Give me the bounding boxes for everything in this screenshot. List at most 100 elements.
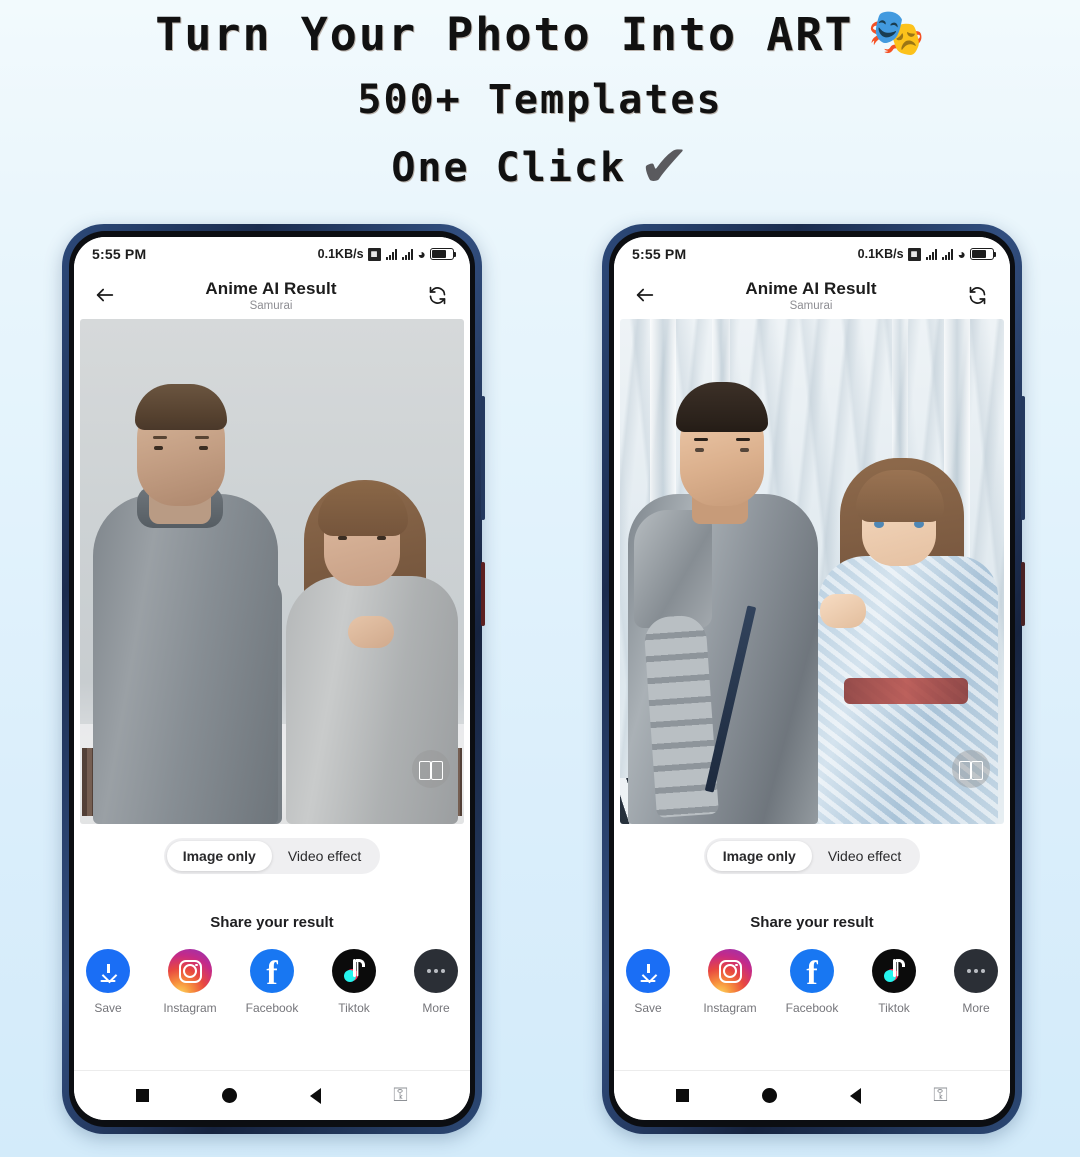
share-option-save[interactable]: Save [80,949,136,1015]
compare-split-icon[interactable] [952,750,990,788]
back-arrow-icon[interactable] [628,278,662,312]
instagram-icon [168,949,212,993]
share-options-row: Save Instagram f Facebook Tiktok More [620,949,1004,1015]
photo-subject-man [93,369,282,824]
headline-line-2: 500+ Templates [0,77,1080,123]
status-bar: 5:55 PM 0.1KB/s ▦ ◕ [614,237,1010,271]
android-nav-bar: ⚿ [614,1070,1010,1120]
wifi-icon: ◕ [417,246,426,262]
tab-image-only[interactable]: Image only [166,841,272,871]
share-option-label: Save [634,1001,662,1015]
facebook-icon: f [250,949,294,993]
tiktok-icon [872,949,916,993]
share-option-facebook[interactable]: f Facebook [244,949,300,1015]
wifi-icon: ◕ [957,246,966,262]
promo-headline: Turn Your Photo Into ART 🎭 500+ Template… [0,0,1080,222]
share-options-row: Save Instagram f Facebook Tiktok More [80,949,464,1015]
share-option-facebook[interactable]: f Facebook [784,949,840,1015]
mode-segmented-control[interactable]: Image only Video effect [163,838,381,874]
qr-scan-icon: ▦ [907,247,921,261]
share-section-title: Share your result [210,914,334,931]
accessibility-icon[interactable]: ⚿ [933,1086,947,1105]
headline-line-3: One Click ✔ [0,132,1080,200]
share-option-label: Facebook [785,1001,839,1015]
share-option-label: Save [94,1001,122,1015]
facebook-icon: f [790,949,834,993]
tab-video-effect[interactable]: Video effect [272,841,377,871]
status-network-speed: 0.1KB/s [857,247,904,261]
result-image-stage-before[interactable] [74,319,470,824]
volume-button[interactable] [481,396,485,520]
headline-line-3-text: One Click [391,145,627,191]
share-option-label: Facebook [245,1001,299,1015]
anime-subject-knight [628,354,818,824]
power-button[interactable] [1021,562,1025,626]
signal-bars-icon [925,248,937,260]
power-button[interactable] [481,562,485,626]
anime-result-photo [620,319,1004,824]
check-mark-icon: ✔ [638,132,690,200]
share-option-more[interactable]: More [948,949,1004,1015]
volume-button[interactable] [1021,396,1025,520]
result-tools-before: Image only Video effect Share your resul… [74,824,470,1070]
status-time: 5:55 PM [632,246,687,262]
instagram-icon [708,949,752,993]
android-nav-bar: ⚿ [74,1070,470,1120]
phone-mockups: 5:55 PM 0.1KB/s ▦ ◕ Anime AI Result Samu… [0,222,1080,1157]
phone-mockup-after: 5:55 PM 0.1KB/s ▦ ◕ Anime AI Result Samu… [602,224,1025,1134]
share-option-tiktok[interactable]: Tiktok [866,949,922,1015]
share-option-more[interactable]: More [408,949,464,1015]
page-title: Anime AI Result [205,278,337,298]
page-title: Anime AI Result [745,278,877,298]
share-option-tiktok[interactable]: Tiktok [326,949,382,1015]
share-option-instagram[interactable]: Instagram [702,949,758,1015]
signal-bars-icon-2 [941,248,953,260]
phone-screen-before: 5:55 PM 0.1KB/s ▦ ◕ Anime AI Result Samu… [74,237,470,1120]
home-circle-icon[interactable] [761,1088,777,1103]
recents-square-icon[interactable] [136,1089,150,1102]
result-image-stage-after[interactable] [614,319,1010,824]
signal-bars-icon-2 [401,248,413,260]
share-option-label: Tiktok [338,1001,370,1015]
more-dots-icon [414,949,458,993]
back-triangle-icon[interactable] [849,1087,861,1104]
back-triangle-icon[interactable] [309,1087,321,1104]
tab-image-only[interactable]: Image only [706,841,812,871]
status-network-speed: 0.1KB/s [317,247,364,261]
status-time: 5:55 PM [92,246,147,262]
share-option-label: Instagram [163,1001,217,1015]
app-bar-titles: Anime AI Result Samurai [122,279,420,312]
share-option-label: More [422,1001,450,1015]
refresh-icon[interactable] [420,278,454,312]
compare-split-icon[interactable] [412,750,450,788]
back-arrow-icon[interactable] [88,278,122,312]
share-option-label: Instagram [703,1001,757,1015]
app-bar: Anime AI Result Samurai [614,271,1010,319]
share-section-title: Share your result [750,914,874,931]
signal-bars-icon [385,248,397,260]
mode-segmented-control[interactable]: Image only Video effect [703,838,921,874]
battery-icon [970,248,996,260]
tab-video-effect[interactable]: Video effect [812,841,917,871]
share-option-label: More [962,1001,990,1015]
share-option-instagram[interactable]: Instagram [162,949,218,1015]
headline-line-1-text: Turn Your Photo Into ART [155,8,854,61]
app-bar-titles: Anime AI Result Samurai [662,279,960,312]
share-option-save[interactable]: Save [620,949,676,1015]
share-option-label: Tiktok [878,1001,910,1015]
phone-screen-after: 5:55 PM 0.1KB/s ▦ ◕ Anime AI Result Samu… [614,237,1010,1120]
status-bar: 5:55 PM 0.1KB/s ▦ ◕ [74,237,470,271]
result-tools-after: Image only Video effect Share your resul… [614,824,1010,1070]
more-dots-icon [954,949,998,993]
tiktok-icon [332,949,376,993]
headline-line-1: Turn Your Photo Into ART 🎭 [0,8,1080,61]
download-icon [626,949,670,993]
accessibility-icon[interactable]: ⚿ [393,1086,407,1105]
download-icon [86,949,130,993]
app-bar: Anime AI Result Samurai [74,271,470,319]
recents-square-icon[interactable] [676,1089,690,1102]
phone-mockup-before: 5:55 PM 0.1KB/s ▦ ◕ Anime AI Result Samu… [62,224,485,1134]
refresh-icon[interactable] [960,278,994,312]
home-circle-icon[interactable] [221,1088,237,1103]
page-subtitle: Samurai [789,299,833,312]
